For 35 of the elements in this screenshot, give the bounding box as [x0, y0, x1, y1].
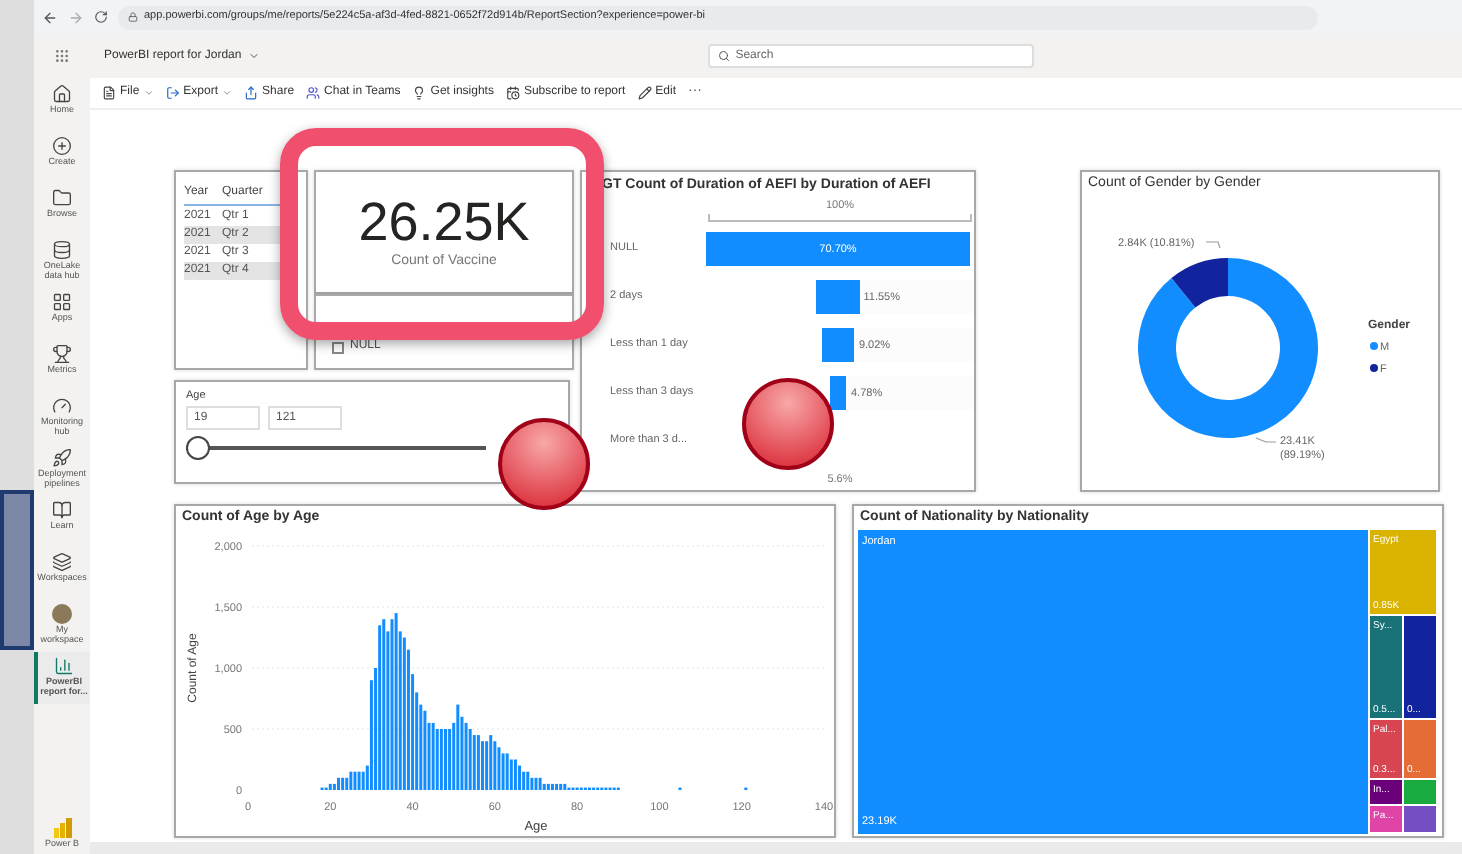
- checkbox[interactable]: [332, 341, 344, 353]
- back-icon[interactable]: [42, 9, 58, 25]
- nav-icon: [52, 396, 72, 416]
- avatar-icon: [52, 604, 72, 624]
- calendar-clock-icon: [505, 86, 520, 100]
- search-icon: [717, 50, 730, 62]
- lightbulb-icon: [412, 86, 427, 100]
- nav-icon: [52, 240, 72, 260]
- leader-line: [1205, 241, 1221, 249]
- nav-icon: [52, 448, 72, 468]
- app-launcher-icon[interactable]: [54, 48, 70, 64]
- funnel-bar: [821, 327, 838, 361]
- arrow-exit-icon: [165, 86, 180, 100]
- chevron-down-icon[interactable]: [247, 50, 260, 62]
- funnel-bar: [816, 279, 838, 313]
- nav-icon: [54, 656, 74, 676]
- slider-thumb[interactable]: [186, 436, 210, 460]
- file-icon: [102, 86, 116, 100]
- bar-chart-logo-icon[interactable]: [53, 818, 71, 839]
- people-icon: [306, 86, 321, 100]
- lock-icon: [128, 12, 138, 22]
- leader-line: [1255, 437, 1277, 443]
- share-icon: [244, 86, 259, 100]
- card-value: 26.25K: [358, 191, 530, 252]
- nav-icon: [52, 292, 72, 312]
- nav-icon: [52, 344, 72, 364]
- nav-icon: [52, 188, 72, 208]
- nav-icon: [52, 84, 72, 104]
- reload-icon[interactable]: [94, 10, 108, 24]
- nav-icon: [52, 552, 72, 572]
- pencil-icon: [637, 86, 652, 100]
- nav-icon: [52, 500, 72, 520]
- chevron-down-icon[interactable]: [222, 88, 233, 98]
- chevron-down-icon[interactable]: [143, 88, 154, 98]
- nav-icon: [52, 136, 72, 156]
